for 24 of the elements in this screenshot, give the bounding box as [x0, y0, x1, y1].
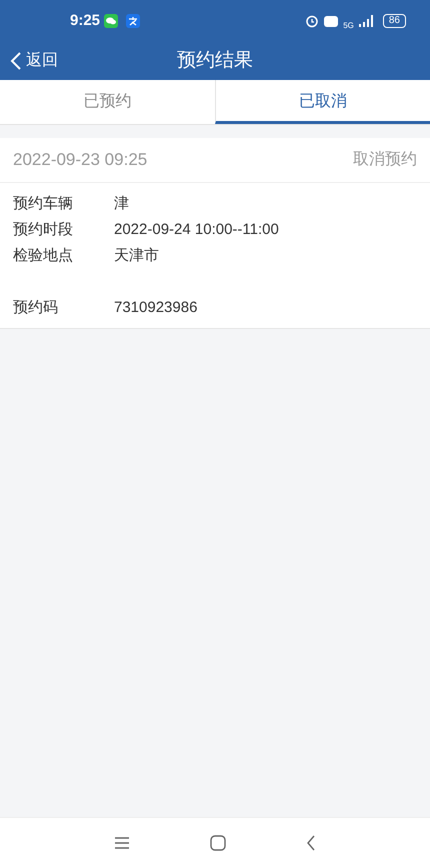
field-label: 预约码 [13, 298, 59, 318]
field-label: 检验地点 [13, 246, 74, 266]
signal-icon [358, 15, 375, 27]
battery-indicator: 86 [382, 14, 406, 28]
field-value: 天津市 [114, 246, 159, 266]
back-button[interactable]: 返回 [10, 49, 58, 73]
field-value: 7310923986 [114, 298, 198, 318]
app-icon [126, 14, 140, 28]
chat-app-icon [104, 14, 118, 28]
record-timestamp: 2022-09-23 09:25 [13, 149, 148, 172]
status-time: 9:25 [70, 10, 100, 31]
hd-icon [324, 16, 338, 26]
home-icon[interactable] [210, 834, 226, 850]
field-value: 2022-09-24 10:00--11:00 [114, 220, 279, 240]
field-value: 津 [114, 194, 129, 214]
field-label: 预约车辆 [13, 194, 74, 214]
tab[interactable]: 已取消 [214, 80, 430, 124]
menu-icon[interactable] [114, 836, 130, 850]
page-title: 预约结果 [177, 48, 253, 73]
back-chevron-icon [10, 51, 22, 71]
back-icon[interactable] [306, 834, 316, 850]
tab[interactable]: 已预约 [0, 80, 214, 124]
network-label: 5G [343, 22, 354, 30]
field-label: 预约时段 [13, 220, 74, 240]
